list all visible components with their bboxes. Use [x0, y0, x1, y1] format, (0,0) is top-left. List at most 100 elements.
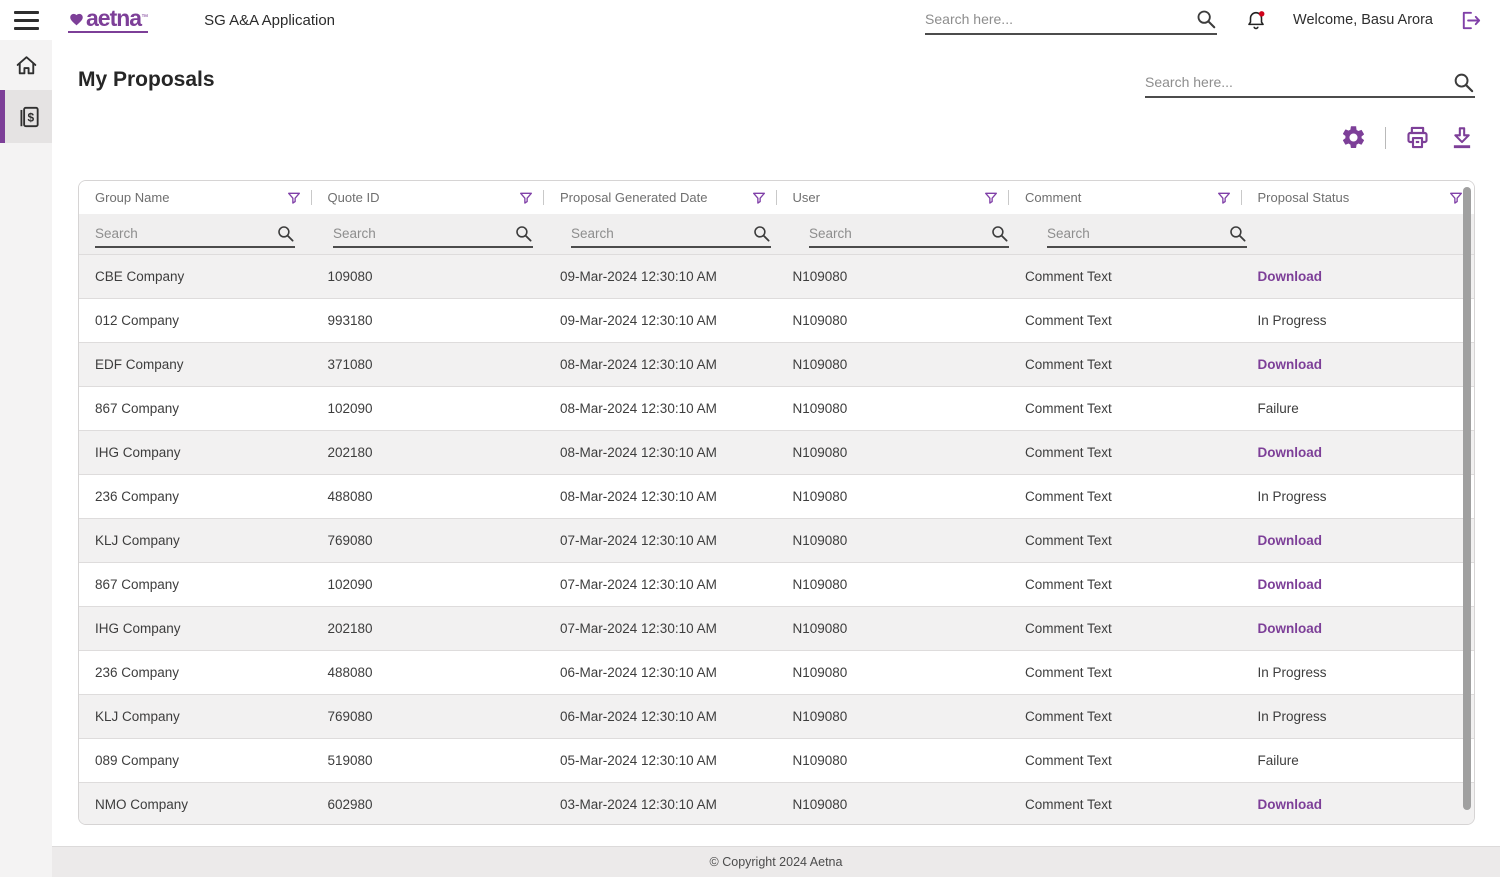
search-icon[interactable]	[1195, 8, 1217, 30]
table-row: 867 Company 102090 07-Mar-2024 12:30:10 …	[79, 562, 1474, 606]
cell-quote-id: 488080	[312, 475, 545, 518]
cell-proposal-status[interactable]: Download	[1242, 431, 1475, 474]
table-row: 867 Company 102090 08-Mar-2024 12:30:10 …	[79, 386, 1474, 430]
logo-trademark: ™	[141, 14, 148, 21]
column-search-input[interactable]	[95, 226, 272, 241]
filter-icon[interactable]	[751, 190, 767, 206]
cell-user: N109080	[777, 299, 1010, 342]
cell-quote-id: 371080	[312, 343, 545, 386]
print-button[interactable]	[1404, 124, 1431, 151]
cell-proposal-status: In Progress	[1242, 299, 1475, 342]
cell-quote-id: 488080	[312, 651, 545, 694]
cell-proposal-generated-date: 08-Mar-2024 12:30:10 AM	[544, 475, 777, 518]
settings-button[interactable]	[1340, 124, 1367, 151]
gear-icon	[1340, 124, 1367, 151]
cell-quote-id: 769080	[312, 695, 545, 738]
cell-comment: Comment Text	[1009, 255, 1242, 298]
cell-user: N109080	[777, 387, 1010, 430]
cell-group-name: CBE Company	[79, 255, 312, 298]
column-label: Proposal Generated Date	[560, 190, 707, 205]
logout-button[interactable]	[1459, 9, 1482, 32]
sidebar-item-proposals[interactable]: $	[0, 90, 52, 143]
cell-quote-id: 202180	[312, 431, 545, 474]
proposal-status-value: Failure	[1258, 753, 1299, 768]
proposal-status-value[interactable]: Download	[1258, 621, 1323, 636]
search-icon[interactable]	[1452, 71, 1475, 94]
search-icon[interactable]	[990, 224, 1009, 243]
heart-icon	[68, 12, 86, 30]
cell-comment: Comment Text	[1009, 475, 1242, 518]
table-row: IHG Company 202180 08-Mar-2024 12:30:10 …	[79, 430, 1474, 474]
cell-user: N109080	[777, 475, 1010, 518]
filter-icon[interactable]	[518, 190, 534, 206]
proposal-status-value[interactable]: Download	[1258, 577, 1323, 592]
scrollbar-thumb[interactable]	[1463, 187, 1471, 810]
cell-user: N109080	[777, 519, 1010, 562]
cell-comment: Comment Text	[1009, 563, 1242, 606]
bell-icon	[1245, 9, 1267, 31]
proposal-status-value[interactable]: Download	[1258, 797, 1323, 812]
search-icon[interactable]	[514, 224, 533, 243]
cell-group-name: KLJ Company	[79, 695, 312, 738]
table-scrollbar[interactable]	[1461, 183, 1472, 822]
cell-user: N109080	[777, 739, 1010, 782]
proposal-status-value[interactable]: Download	[1258, 269, 1323, 284]
search-icon[interactable]	[1228, 224, 1247, 243]
column-search-input[interactable]	[809, 226, 986, 241]
notifications-button[interactable]	[1245, 9, 1267, 31]
cell-comment: Comment Text	[1009, 739, 1242, 782]
cell-group-name: KLJ Company	[79, 519, 312, 562]
sidebar-item-home[interactable]	[0, 40, 52, 90]
download-button[interactable]	[1449, 124, 1475, 151]
table-search-row	[79, 214, 1474, 254]
cell-proposal-generated-date: 09-Mar-2024 12:30:10 AM	[544, 255, 777, 298]
proposal-status-value: Failure	[1258, 401, 1299, 416]
column-search-input[interactable]	[1047, 226, 1224, 241]
download-icon	[1449, 124, 1475, 151]
cell-proposal-status[interactable]: Download	[1242, 519, 1475, 562]
column-label: Quote ID	[328, 190, 380, 205]
column-label: Group Name	[95, 190, 169, 205]
table-row: KLJ Company 769080 06-Mar-2024 12:30:10 …	[79, 694, 1474, 738]
cell-comment: Comment Text	[1009, 343, 1242, 386]
search-icon[interactable]	[276, 224, 295, 243]
app-title: SG A&A Application	[204, 12, 335, 29]
cell-proposal-status[interactable]: Download	[1242, 607, 1475, 650]
column-search-input[interactable]	[571, 226, 748, 241]
cell-quote-id: 769080	[312, 519, 545, 562]
search-icon[interactable]	[752, 224, 771, 243]
proposal-status-value[interactable]: Download	[1258, 357, 1323, 372]
cell-proposal-status: In Progress	[1242, 475, 1475, 518]
toolbar-divider	[1385, 127, 1387, 149]
cell-group-name: 236 Company	[79, 475, 312, 518]
column-search-input[interactable]	[333, 226, 510, 241]
cell-proposal-generated-date: 05-Mar-2024 12:30:10 AM	[544, 739, 777, 782]
cell-comment: Comment Text	[1009, 783, 1242, 825]
filter-icon[interactable]	[286, 190, 302, 206]
cell-proposal-status[interactable]: Download	[1242, 563, 1475, 606]
cell-proposal-status[interactable]: Download	[1242, 343, 1475, 386]
page-footer: © Copyright 2024 Aetna	[52, 846, 1500, 877]
table-global-search	[1145, 68, 1475, 98]
cell-proposal-generated-date: 08-Mar-2024 12:30:10 AM	[544, 387, 777, 430]
filter-icon[interactable]	[983, 190, 999, 206]
aetna-logo[interactable]: aetna ™	[68, 7, 148, 33]
hamburger-icon	[14, 11, 39, 30]
cell-proposal-generated-date: 06-Mar-2024 12:30:10 AM	[544, 651, 777, 694]
table-row: NMO Company 602980 03-Mar-2024 12:30:10 …	[79, 782, 1474, 825]
proposal-document-icon: $	[16, 104, 42, 130]
table-row: 089 Company 519080 05-Mar-2024 12:30:10 …	[79, 738, 1474, 782]
cell-group-name: NMO Company	[79, 783, 312, 825]
cell-proposal-status[interactable]: Download	[1242, 255, 1475, 298]
proposal-status-value[interactable]: Download	[1258, 533, 1323, 548]
global-search-input[interactable]	[925, 11, 1191, 27]
cell-proposal-status[interactable]: Download	[1242, 783, 1475, 825]
menu-toggle-button[interactable]	[0, 11, 52, 30]
filter-icon[interactable]	[1216, 190, 1232, 206]
cell-proposal-status: In Progress	[1242, 651, 1475, 694]
proposal-status-value[interactable]: Download	[1258, 445, 1323, 460]
cell-quote-id: 993180	[312, 299, 545, 342]
column-header-group-name: Group Name	[79, 181, 312, 214]
table-row: CBE Company 109080 09-Mar-2024 12:30:10 …	[79, 254, 1474, 298]
table-global-search-input[interactable]	[1145, 74, 1448, 90]
